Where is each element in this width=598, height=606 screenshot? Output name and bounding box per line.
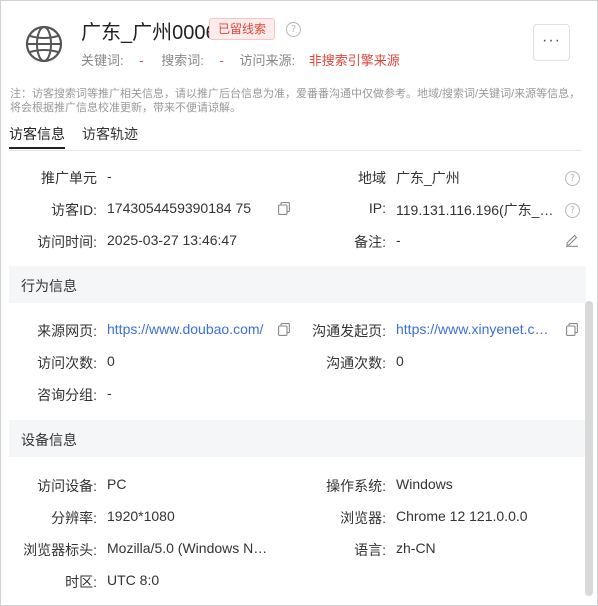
browser-value: Chrome 12 121.0.0.0: [396, 508, 528, 524]
behavior-section-header: 行为信息: [9, 266, 586, 303]
help-icon[interactable]: ?: [286, 22, 301, 37]
comm-count-value: 0: [396, 353, 404, 369]
keyword-value: -: [139, 53, 144, 68]
comm-count-label: 沟通次数:: [326, 355, 386, 371]
globe-icon: [25, 25, 63, 63]
os-value: Windows: [396, 476, 453, 492]
user-agent-value: Mozilla/5.0 (Windows NT 10.0; Win64; x64…: [107, 540, 269, 556]
os-label: 操作系统:: [326, 478, 386, 494]
behavior-section-title: 行为信息: [21, 278, 77, 294]
resolution-label: 分辨率:: [51, 510, 97, 526]
source-page-label: 来源网页:: [37, 323, 97, 339]
ip-value: 119.131.116.196(广东_广州): [396, 202, 558, 218]
more-button[interactable]: ···: [533, 24, 570, 61]
visitor-id-label: 访客ID:: [51, 202, 97, 218]
start-page-link[interactable]: https://www.xinyenet.com/: [396, 321, 556, 337]
visit-time-value: 2025-03-27 13:46:47: [107, 232, 237, 248]
disclaimer-note: 注：访客搜索词等推广相关信息，请以推广后台信息为准，爱番番沟通中仅做参考。地域/…: [10, 88, 581, 114]
consult-group-label: 咨询分组:: [37, 387, 97, 403]
promo-unit-value: -: [107, 168, 112, 184]
ip-label: IP:: [368, 200, 386, 216]
user-agent-label: 浏览器标头:: [23, 542, 97, 558]
edit-icon[interactable]: [565, 233, 579, 247]
scrollbar[interactable]: [585, 301, 593, 596]
device-label: 访问设备:: [37, 478, 97, 494]
remark-label: 备注:: [354, 234, 386, 250]
promo-unit-label: 推广单元: [41, 170, 97, 186]
visitor-detail-panel: 广东_广州0006 已留线索 ? ··· 关键词: - 搜索词: - 访问来源:…: [0, 0, 598, 606]
region-value: 广东_广州: [396, 170, 460, 186]
copy-icon[interactable]: [278, 202, 290, 215]
visit-source-label: 访问来源:: [239, 53, 296, 68]
source-page-link[interactable]: https://www.doubao.com/: [107, 321, 269, 337]
device-section-title: 设备信息: [21, 432, 77, 448]
search-term-value: -: [219, 53, 224, 68]
start-page-label: 沟通发起页:: [312, 323, 386, 339]
device-value: PC: [107, 476, 127, 492]
visit-count-value: 0: [107, 353, 115, 369]
meta-row: 关键词: - 搜索词: - 访问来源: 非搜索引擎来源: [81, 50, 400, 69]
visitor-title: 广东_广州0006: [81, 22, 217, 44]
copy-icon[interactable]: [566, 323, 578, 336]
ip-help-icon[interactable]: ?: [565, 203, 580, 218]
visit-source-value: 非搜索引擎来源: [308, 53, 400, 68]
tab-visitor-info[interactable]: 访客信息: [9, 124, 65, 149]
device-section-header: 设备信息: [9, 420, 586, 457]
timezone-value: UTC 8:0: [107, 572, 160, 588]
region-label: 地域: [358, 170, 386, 186]
browser-label: 浏览器:: [340, 510, 386, 526]
lead-status-badge: 已留线索: [209, 18, 276, 40]
scroll-fade: [1, 151, 581, 165]
remark-value: -: [396, 232, 401, 248]
timezone-label: 时区:: [65, 574, 97, 590]
visitor-id-value: 1743054459390184 75: [107, 200, 252, 216]
resolution-value: 1920*1080: [107, 508, 175, 524]
language-label: 语言:: [354, 542, 386, 558]
language-value: zh-CN: [396, 540, 436, 556]
tab-bar: 访客信息 访客轨迹: [9, 121, 582, 151]
consult-group-value: -: [107, 385, 112, 401]
keyword-label: 关键词:: [81, 53, 124, 68]
visit-count-label: 访问次数:: [37, 355, 97, 371]
tab-visitor-trail[interactable]: 访客轨迹: [82, 124, 138, 144]
region-help-icon[interactable]: ?: [565, 171, 580, 186]
copy-icon[interactable]: [278, 323, 290, 336]
visit-time-label: 访问时间:: [37, 234, 97, 250]
search-term-label: 搜索词:: [161, 53, 204, 68]
